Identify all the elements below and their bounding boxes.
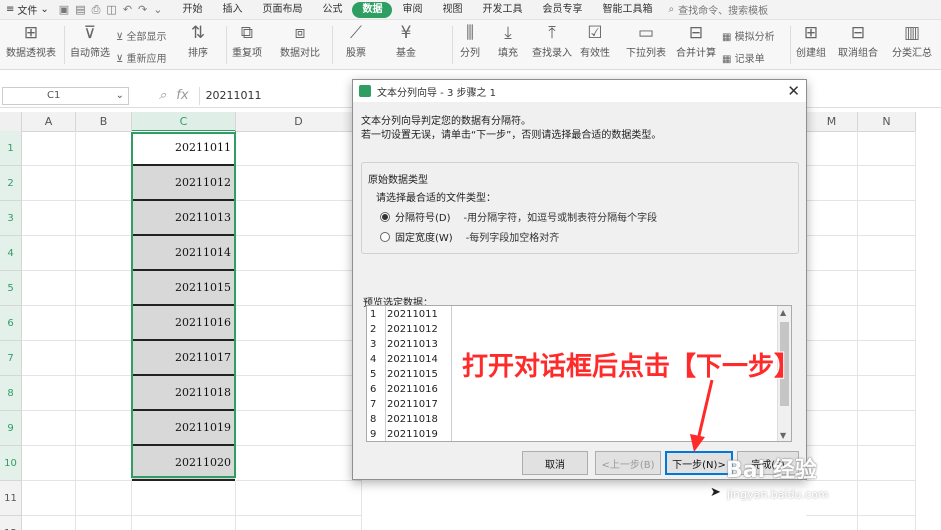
spreadsheet-app: ≡ 文件 ⌄ ▣ ▤ ⎙ ◫ ↶ ↷ ⌄ 开始 插入 页面布局 公式 数据 审阅…	[0, 0, 941, 530]
mouse-cursor-icon: ➤	[710, 485, 721, 500]
watermark-logo: Bai 经验	[726, 458, 817, 483]
annotation-arrow	[690, 379, 714, 452]
watermark-url: jingyan.baidu.com	[727, 488, 829, 501]
